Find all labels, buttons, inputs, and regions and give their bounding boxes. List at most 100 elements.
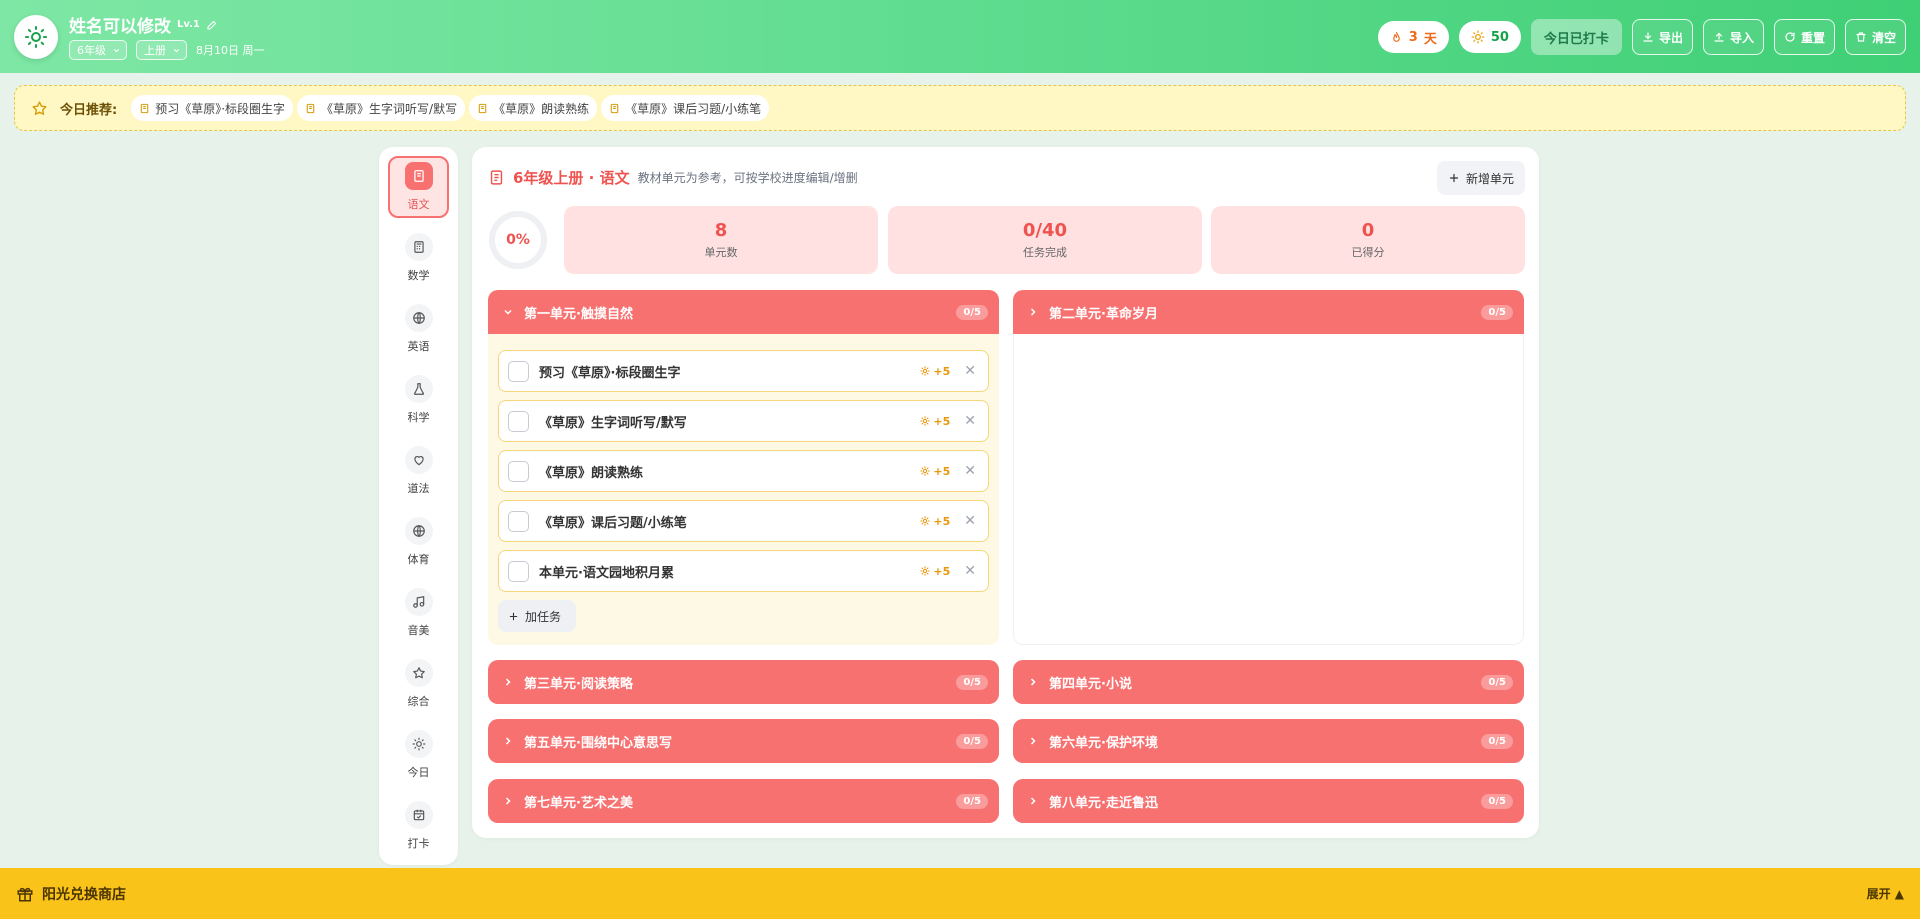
export-button[interactable]: 导出 — [1631, 19, 1693, 55]
unit-name: 第六单元·保护环境 — [1049, 735, 1158, 751]
download-icon — [1643, 32, 1653, 42]
delete-task-icon[interactable]: ✕ — [964, 463, 976, 479]
checked-in-button[interactable]: 今日已打卡 — [1530, 19, 1622, 55]
stat-score: 0 已得分 — [1211, 206, 1525, 274]
main-panel: 6年级上册 · 语文 教材单元为参考，可按学校进度编辑/增删 新增单元 0% 8… — [472, 147, 1539, 838]
grade-select-value: 6年级 — [77, 44, 106, 57]
delete-task-icon[interactable]: ✕ — [964, 513, 976, 529]
export-label: 导出 — [1658, 30, 1683, 45]
sidebar-item-label: 综合 — [407, 695, 430, 708]
sidebar-item-label: 道法 — [407, 482, 430, 495]
shop-footer[interactable]: 阳光兑换商店 展开 ▲ — [0, 868, 1920, 919]
recommend-chip-label: 《草原》朗读熟练 — [493, 101, 590, 116]
sidebar-item-science[interactable]: 科学 — [388, 369, 449, 431]
sidebar-item-label: 打卡 — [407, 837, 430, 850]
sun-icon — [1471, 30, 1485, 44]
add-task-button[interactable]: 加任务 — [498, 600, 576, 632]
edit-pencil-icon[interactable] — [206, 19, 218, 31]
delete-task-icon[interactable]: ✕ — [964, 413, 976, 429]
unit-header[interactable]: 第三单元·阅读策略 0/5 — [488, 660, 999, 704]
sidebar-item-english[interactable]: 英语 — [388, 298, 449, 360]
plus-icon — [1449, 173, 1459, 183]
delete-task-icon[interactable]: ✕ — [964, 363, 976, 379]
unit-name: 第一单元·触摸自然 — [524, 306, 633, 322]
progress-ring: 0% — [488, 210, 548, 270]
unit-card: 第七单元·艺术之美 0/5 — [488, 779, 999, 823]
shop-label: 阳光兑换商店 — [42, 886, 126, 903]
sidebar-item-math[interactable]: 数学 — [388, 227, 449, 289]
recommend-chip[interactable]: 《草原》课后习题/小练笔 — [601, 95, 770, 121]
unit-name: 第七单元·艺术之美 — [524, 795, 633, 811]
calculator-icon — [404, 233, 433, 261]
unit-card: 第一单元·触摸自然 0/5 预习《草原》·标段圈生字 +5 ✕ 《草原》生字词听… — [488, 290, 999, 645]
delete-task-icon[interactable]: ✕ — [964, 563, 976, 579]
unit-progress-badge: 0/5 — [1481, 733, 1513, 749]
reset-button[interactable]: 重置 — [1773, 19, 1835, 55]
task-checkbox[interactable] — [508, 360, 529, 382]
expand-button[interactable]: 展开 ▲ — [1867, 885, 1904, 902]
sun-icon — [920, 366, 931, 376]
task-name: 本单元·语文园地积月累 — [539, 565, 674, 581]
unit-progress-badge: 0/5 — [1481, 793, 1513, 809]
sidebar-item-pe[interactable]: 体育 — [388, 511, 449, 573]
sidebar-item-chinese[interactable]: 语文 — [388, 156, 449, 218]
sidebar-item-checkin[interactable]: 打卡 — [388, 795, 449, 857]
unit-header[interactable]: 第四单元·小说 0/5 — [1013, 660, 1524, 704]
sidebar-item-today[interactable]: 今日 — [388, 724, 449, 786]
unit-header[interactable]: 第二单元·革命岁月 0/5 — [1013, 290, 1524, 334]
sidebar-item-ethics[interactable]: 道法 — [388, 440, 449, 502]
add-unit-button[interactable]: 新增单元 — [1436, 161, 1525, 195]
task-points: +5 — [920, 515, 950, 528]
chevron-right-icon — [1030, 737, 1036, 745]
sidebar-item-arts[interactable]: 音美 — [388, 582, 449, 644]
sun-points-badge: 50 — [1458, 21, 1521, 53]
unit-header[interactable]: 第六单元·保护环境 0/5 — [1013, 719, 1524, 763]
unit-header[interactable]: 第五单元·围绕中心意思写 0/5 — [488, 719, 999, 763]
sun-icon — [920, 516, 931, 526]
streak-badge: 3 天 — [1377, 21, 1449, 53]
music-icon — [404, 588, 433, 616]
upload-icon — [1714, 32, 1724, 42]
stat-label: 任务完成 — [1023, 246, 1067, 259]
import-button[interactable]: 导入 — [1702, 19, 1764, 55]
clear-button[interactable]: 清空 — [1844, 19, 1906, 55]
task-checkbox[interactable] — [508, 510, 529, 532]
stat-tasks: 0/40 任务完成 — [888, 206, 1202, 274]
globe-icon — [404, 304, 433, 332]
task-points-value: +5 — [933, 564, 951, 578]
task-name: 预习《草原》·标段圈生字 — [539, 365, 681, 381]
unit-header[interactable]: 第七单元·艺术之美 0/5 — [488, 779, 999, 823]
streak-unit: 天 — [1423, 31, 1437, 47]
grade-select[interactable]: 6年级 — [69, 40, 127, 60]
level-badge: Lv.1 — [177, 19, 200, 30]
task-checkbox[interactable] — [508, 560, 529, 582]
recommend-chip[interactable]: 《草原》生字词听写/默写 — [297, 95, 466, 121]
stat-units: 8 单元数 — [564, 206, 878, 274]
unit-name: 第八单元·走近鲁迅 — [1049, 795, 1158, 811]
task-row: 《草原》朗读熟练 +5 ✕ — [498, 450, 989, 492]
chevron-right-icon — [1030, 308, 1036, 316]
flask-icon — [404, 375, 433, 403]
task-checkbox[interactable] — [508, 460, 529, 482]
sidebar-item-label: 语文 — [407, 198, 430, 211]
unit-body — [1013, 334, 1524, 645]
unit-header[interactable]: 第一单元·触摸自然 0/5 — [488, 290, 999, 334]
app-header: 姓名可以修改 Lv.1 6年级 上册 8月10日 周一 3 天 50 今日已打卡… — [0, 0, 1920, 73]
subject-sidebar: 语文 数学 英语 科学 道法 体育 音美 综合 今日 打卡 — [379, 147, 458, 865]
task-checkbox[interactable] — [508, 410, 529, 432]
chevron-right-icon — [505, 737, 511, 745]
gift-icon — [17, 887, 33, 901]
term-select[interactable]: 上册 — [136, 40, 187, 60]
sidebar-item-general[interactable]: 综合 — [388, 653, 449, 715]
heart-icon — [404, 446, 433, 474]
chevron-right-icon — [505, 678, 511, 686]
unit-header[interactable]: 第八单元·走近鲁迅 0/5 — [1013, 779, 1524, 823]
recommend-chip[interactable]: 《草原》朗读熟练 — [469, 95, 598, 121]
sidebar-item-label: 数学 — [407, 269, 430, 282]
task-name: 《草原》生字词听写/默写 — [539, 415, 687, 431]
recommend-chip[interactable]: 预习《草原》·标段圈生字 — [131, 95, 294, 121]
task-points-value: +5 — [933, 414, 951, 428]
book-icon — [306, 103, 315, 113]
user-name[interactable]: 姓名可以修改 — [69, 12, 171, 37]
sun-icon — [920, 466, 931, 476]
